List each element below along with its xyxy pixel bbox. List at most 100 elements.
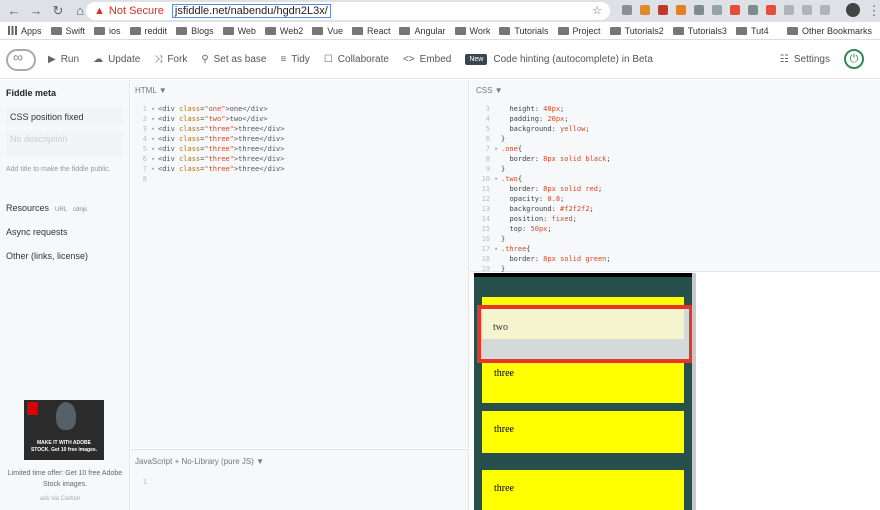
bookmark-folder[interactable]: Tut4 <box>735 26 769 36</box>
result-scrollbar[interactable] <box>692 273 696 510</box>
extension-icon[interactable] <box>730 5 740 15</box>
code-token: <div <box>158 135 180 143</box>
collaborate-button[interactable]: ☐ Collaborate <box>324 54 389 65</box>
js-panel-label[interactable]: JavaScript + No-Library (pure JS) ▼ <box>135 457 264 466</box>
extension-icon[interactable] <box>784 5 794 15</box>
code-token: </div> <box>242 115 268 123</box>
css-code[interactable]: 3 height: 40px; 4 padding: 20px; 5 backgro… <box>474 104 611 274</box>
extension-icon[interactable] <box>658 5 668 15</box>
fold-icon: ▾ <box>494 175 499 183</box>
public-note: Add title to make the fiddle public. <box>6 166 111 173</box>
folder-icon <box>399 26 411 35</box>
fork-button[interactable]: ⤨ Fork <box>154 54 187 65</box>
async-requests-section[interactable]: Async requests <box>6 227 123 237</box>
code-token: : <box>534 105 544 113</box>
avatar[interactable] <box>846 3 860 17</box>
bookmark-folder[interactable]: Vue <box>312 26 343 36</box>
fold-icon <box>494 194 501 204</box>
back-icon[interactable]: ← <box>6 3 22 19</box>
bookmark-folder[interactable]: Tutorials3 <box>672 26 727 36</box>
code-token: class <box>179 125 201 133</box>
html-panel-label[interactable]: HTML ▼ <box>135 86 167 95</box>
extension-icon[interactable] <box>820 5 830 15</box>
bookmark-apps[interactable]: Apps <box>21 26 42 36</box>
code-token: <div <box>158 155 180 163</box>
ad-text[interactable]: Limited time offer: Get 10 free Adobe St… <box>6 468 124 490</box>
result-panel[interactable]: three three three two <box>470 273 880 510</box>
tidy-button[interactable]: ≡ Tidy <box>280 54 309 65</box>
code-token: "two" <box>204 115 226 123</box>
extension-icon[interactable] <box>748 5 758 15</box>
fiddle-description-input[interactable]: No description <box>6 130 123 156</box>
fold-icon <box>494 184 501 194</box>
extension-icon[interactable] <box>694 5 704 15</box>
other-links-section[interactable]: Other (links, license) <box>6 251 123 261</box>
bookmark-folder[interactable]: Work <box>454 26 490 36</box>
reload-icon[interactable]: ↻ <box>50 3 66 19</box>
fiddle-title-input[interactable]: CSS position fixed <box>6 108 123 126</box>
fold-icon: ▾ <box>151 105 156 113</box>
ad-image[interactable]: MAKE IT WITH ADOBE STOCK. Get 10 free im… <box>24 400 104 460</box>
resources-section[interactable]: Resources URL cdnjs <box>6 203 123 213</box>
embed-button[interactable]: <> Embed <box>403 54 451 65</box>
js-editor[interactable]: JavaScript + No-Library (pure JS) ▼ 1 <box>131 449 469 510</box>
html-code[interactable]: 1 ▾ <div class = "one" > one </div> 2 ▾ <div class… <box>131 104 285 184</box>
bookmark-folder[interactable]: Swift <box>50 26 85 36</box>
extension-icon[interactable] <box>766 5 776 15</box>
code-line: 3 height: 40px; <box>474 104 611 114</box>
settings-button[interactable]: ☷ Settings <box>780 54 830 65</box>
address-bar[interactable]: ▲ Not Secure jsfiddle.net/nabendu/hgdn2L… <box>86 2 610 20</box>
code-token: class <box>179 145 201 153</box>
menu-icon[interactable]: ⋮ <box>866 3 880 19</box>
css-panel-label[interactable]: CSS ▼ <box>476 86 503 95</box>
code-token: background <box>509 205 552 213</box>
ad-portrait <box>56 402 76 430</box>
code-token: : <box>538 195 548 203</box>
code-token: three <box>238 155 260 163</box>
css-editor[interactable]: CSS ▼ 3 height: 40px; 4 padding: 20px; 5 b… <box>470 80 880 274</box>
extension-icon[interactable] <box>712 5 722 15</box>
update-button[interactable]: ☁ Update <box>93 54 140 65</box>
url-tag[interactable]: URL <box>55 207 67 213</box>
bookmark-folder[interactable]: Angular <box>399 26 446 36</box>
forward-icon[interactable]: → <box>28 3 44 19</box>
code-token: : <box>534 255 544 263</box>
set-as-base-button[interactable]: ⚲ Set as base <box>201 54 266 65</box>
folder-icon <box>312 26 324 35</box>
extension-icon[interactable] <box>622 5 632 15</box>
apps-icon[interactable] <box>8 26 17 35</box>
other-bookmarks[interactable]: Other Bookmarks <box>786 26 872 36</box>
fold-icon <box>494 134 501 144</box>
code-line: 18 border: 8px solid green; <box>474 254 611 264</box>
code-token: : <box>522 225 531 233</box>
power-icon[interactable]: ⏻ <box>844 49 864 69</box>
code-token: } <box>501 165 506 173</box>
html-editor[interactable]: HTML ▼ 1 ▾ <div class = "one" > one </div> 2 ▾ <di… <box>131 80 469 448</box>
code-hint-link[interactable]: Code hinting (autocomplete) in Beta <box>493 54 653 65</box>
bookmark-folder[interactable]: reddit <box>129 26 167 36</box>
bookmark-star-icon[interactable]: ☆ <box>592 4 602 17</box>
bookmark-folder[interactable]: Web2 <box>264 26 303 36</box>
line-number: 6 <box>142 155 147 163</box>
extension-icon[interactable] <box>640 5 650 15</box>
bookmark-folder[interactable]: Web <box>222 26 256 36</box>
bookmark-folder[interactable]: Project <box>557 26 601 36</box>
run-button[interactable]: ▶ Run <box>48 54 79 65</box>
ad-via-carbon[interactable]: ads via Carbon <box>40 496 80 502</box>
code-token: ; <box>572 215 577 223</box>
bookmark-folder[interactable]: Blogs <box>176 26 214 36</box>
cdnjs-tag[interactable]: cdnjs <box>73 207 87 213</box>
js-code[interactable]: 1 <box>131 477 151 487</box>
extension-icon[interactable] <box>676 5 686 15</box>
bookmark-folder[interactable]: React <box>351 26 390 36</box>
bookmark-folder[interactable]: Tutorials <box>499 26 549 36</box>
extension-icon[interactable] <box>802 5 812 15</box>
code-token: .three <box>501 245 527 253</box>
jsfiddle-logo[interactable] <box>6 48 36 71</box>
bookmark-folder[interactable]: Tutorials2 <box>609 26 664 36</box>
line-number: 7 <box>485 145 490 153</box>
url-text[interactable]: jsfiddle.net/nabendu/hgdn2L3x/ <box>171 4 331 18</box>
bookmark-folder[interactable]: ios <box>94 26 121 36</box>
